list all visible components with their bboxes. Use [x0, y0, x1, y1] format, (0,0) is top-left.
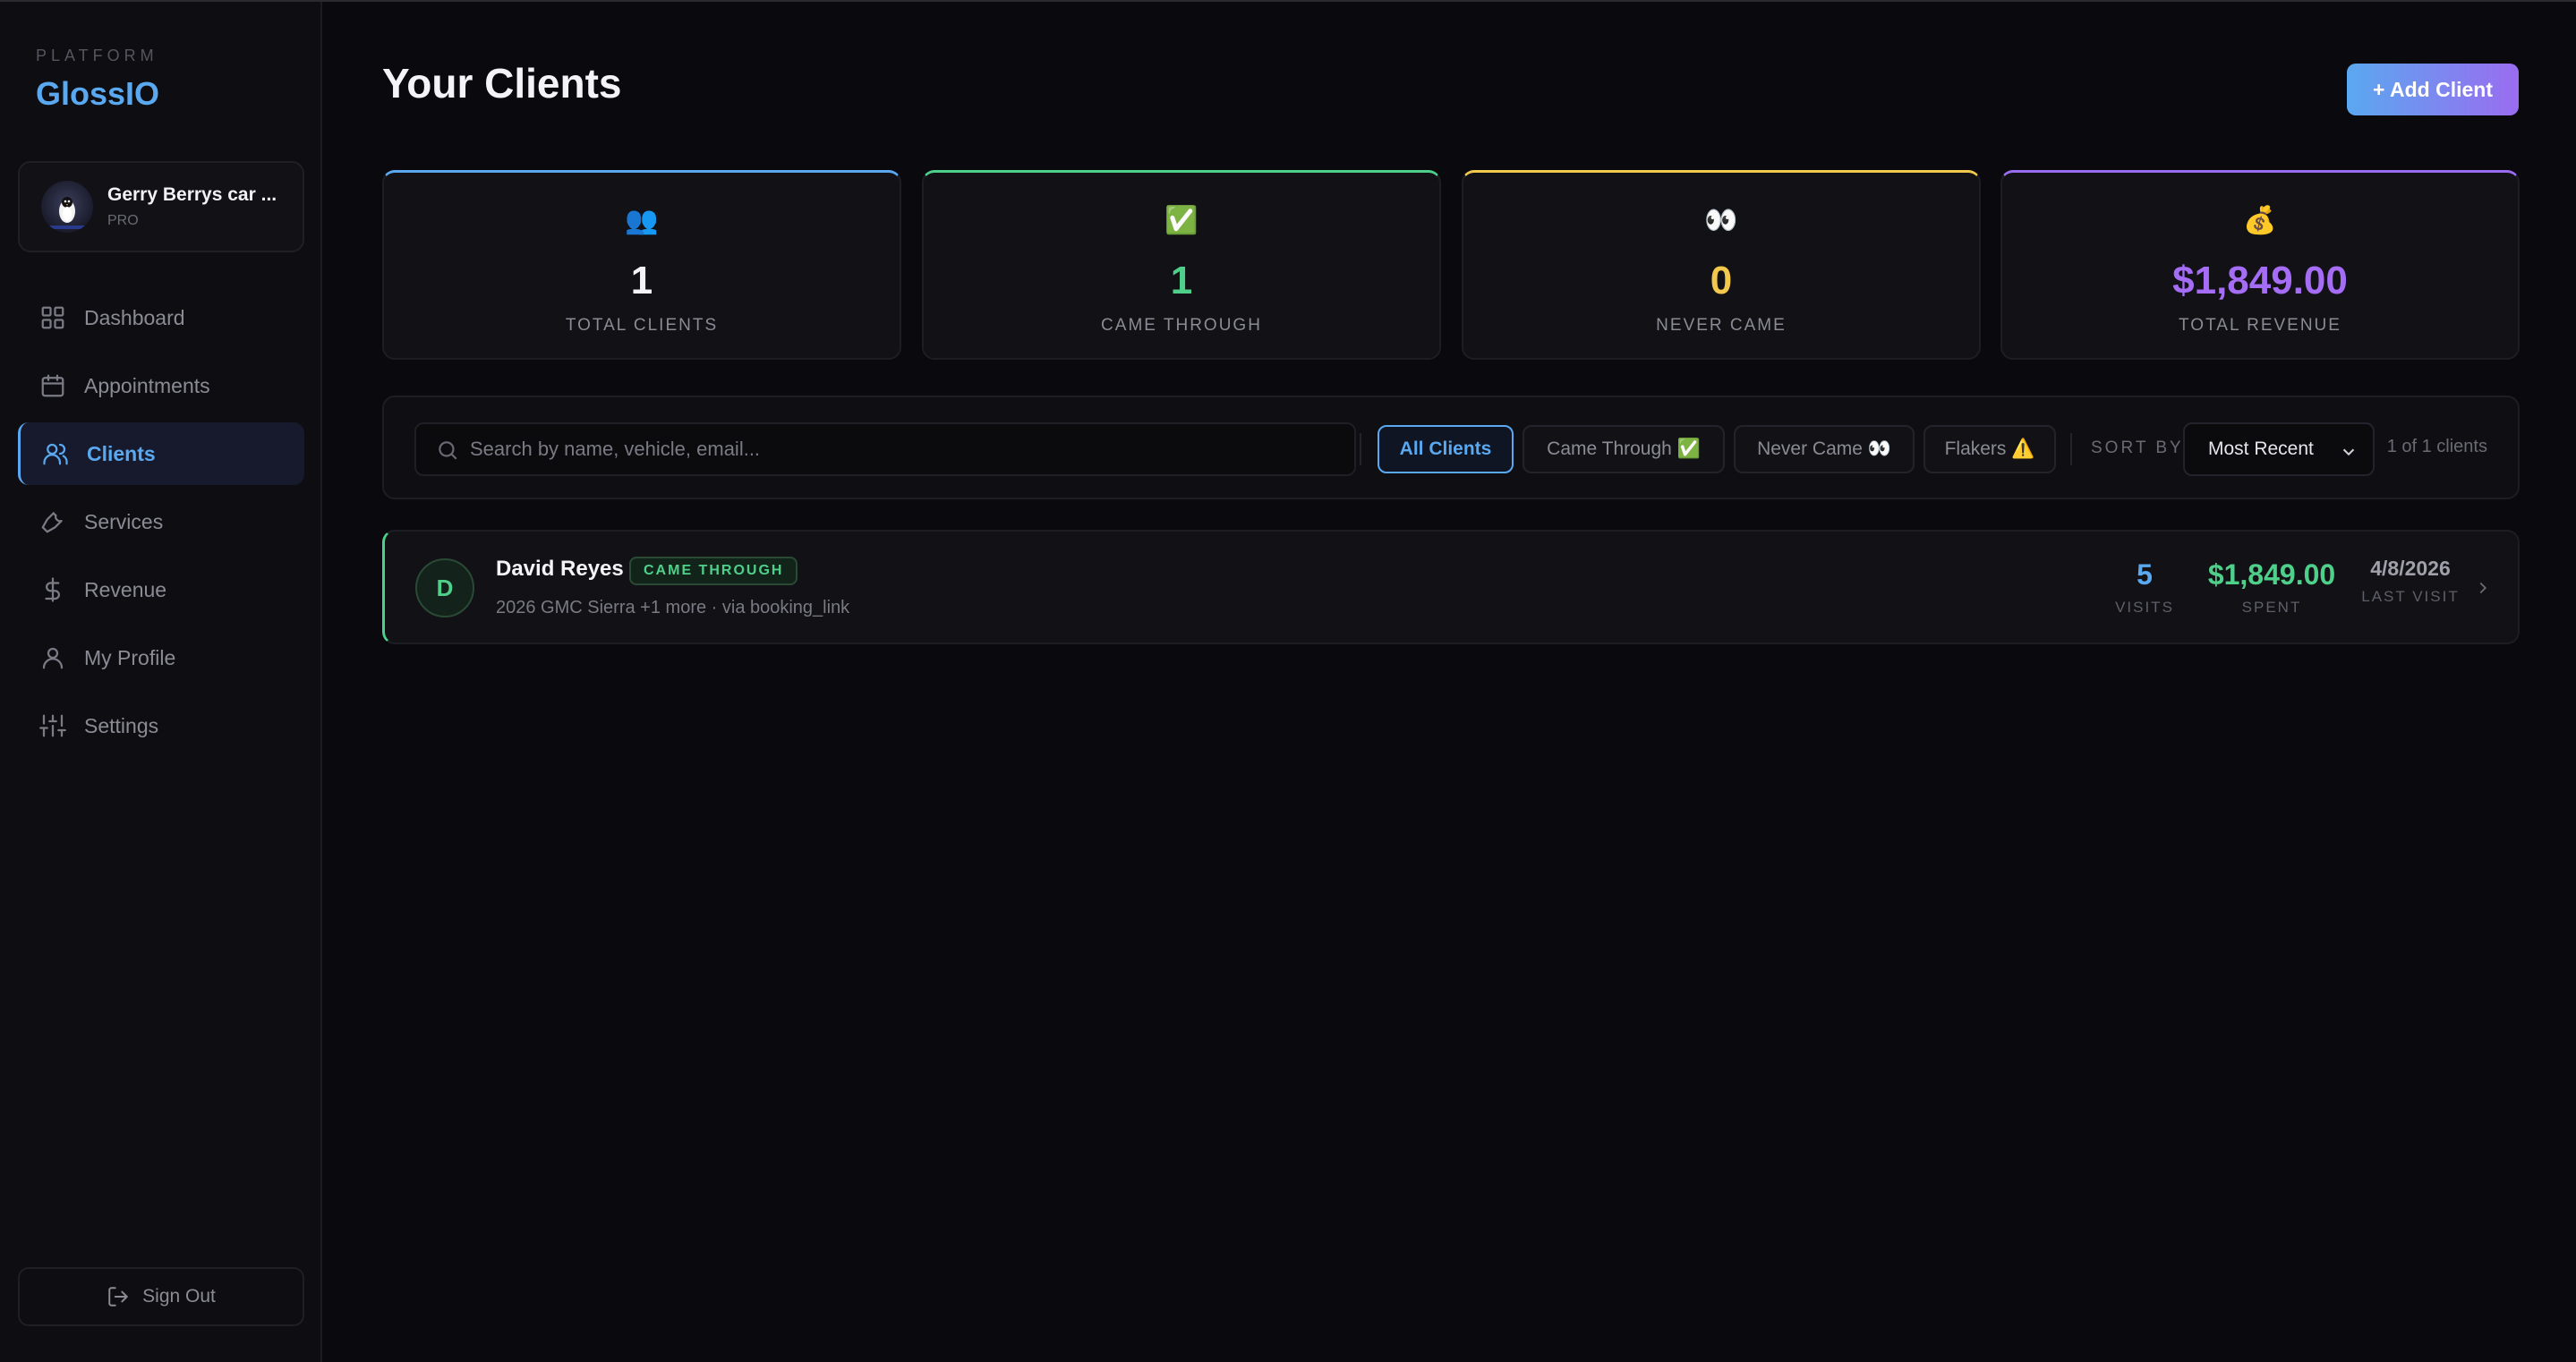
logout-icon — [108, 1287, 128, 1307]
filter-chip-never-came[interactable]: Never Came 👀 — [1734, 425, 1915, 473]
page-title: Your Clients — [382, 60, 622, 106]
sidebar-item-label: Dashboard — [84, 305, 185, 329]
stat-value: $1,849.00 — [2172, 259, 2348, 302]
client-last-visit: 4/8/2026 LAST VISIT — [2356, 557, 2465, 606]
sidebar-item-my-profile[interactable]: My Profile — [18, 626, 304, 689]
spent-value: $1,849.00 — [2207, 558, 2336, 591]
account-avatar — [41, 181, 93, 233]
penguin-icon — [48, 197, 86, 229]
sidebar-item-label: My Profile — [84, 645, 176, 669]
sidebar-item-label: Revenue — [84, 577, 167, 601]
sign-out-label: Sign Out — [142, 1286, 216, 1307]
search-icon — [439, 441, 457, 460]
account-card[interactable]: Gerry Berrys car ... PRO — [18, 161, 304, 252]
platform-label: PLATFORM — [36, 47, 158, 64]
sidebar-item-dashboard[interactable]: Dashboard — [18, 286, 304, 349]
sort-label: SORT BY — [2091, 438, 2184, 457]
sidebar-item-label: Appointments — [84, 373, 210, 397]
sidebar-nav: Dashboard Appointments Clients Services … — [18, 286, 304, 762]
client-meta: 2026 GMC Sierra +1 more · via booking_li… — [496, 598, 850, 617]
sign-out-button[interactable]: Sign Out — [18, 1267, 304, 1326]
client-visits: 5 VISITS — [2111, 558, 2179, 617]
sidebar-item-services[interactable]: Services — [18, 490, 304, 553]
last-visit-value: 4/8/2026 — [2370, 557, 2451, 580]
sidebar-item-label: Services — [84, 509, 164, 533]
wrench-icon — [41, 512, 63, 533]
search-input[interactable] — [470, 424, 1347, 474]
users-icon — [43, 443, 68, 465]
check-emoji-icon: ✅ — [1164, 206, 1198, 235]
sidebar-item-settings[interactable]: Settings — [18, 694, 304, 757]
stat-value: 1 — [630, 259, 653, 302]
visits-value: 5 — [2137, 558, 2153, 591]
client-avatar: D — [415, 558, 474, 617]
eyes-emoji-icon: 👀 — [1704, 206, 1738, 235]
top-border — [0, 0, 2576, 2]
filter-chip-came-through[interactable]: Came Through ✅ — [1523, 425, 1725, 473]
stat-value: 0 — [1710, 259, 1733, 302]
last-visit-label: LAST VISIT — [2361, 588, 2460, 605]
dollar-icon — [45, 577, 60, 602]
sidebar: PLATFORM GlossIO Gerry Berrys car ... PR… — [0, 2, 322, 1362]
stat-label: CAME THROUGH — [1101, 316, 1262, 335]
sidebar-item-label: Settings — [84, 713, 159, 737]
stat-card-total-revenue: 💰 $1,849.00 TOTAL REVENUE — [2000, 170, 2520, 360]
filter-bar: All Clients Came Through ✅ Never Came 👀 … — [382, 396, 2520, 499]
sort-select[interactable]: Most Recent — [2183, 422, 2375, 476]
money-bag-emoji-icon: 💰 — [2243, 206, 2277, 235]
filter-chip-all-clients[interactable]: All Clients — [1378, 425, 1514, 473]
filter-divider — [2070, 433, 2072, 465]
stat-card-came-through: ✅ 1 CAME THROUGH — [922, 170, 1441, 360]
chevron-right-icon[interactable] — [2473, 576, 2493, 600]
client-spent: $1,849.00 SPENT — [2195, 558, 2349, 617]
users-emoji-icon: 👥 — [625, 206, 659, 235]
stat-label: TOTAL REVENUE — [2179, 316, 2341, 335]
calendar-icon — [41, 374, 64, 397]
sort-value: Most Recent — [2208, 438, 2314, 459]
stat-label: TOTAL CLIENTS — [565, 316, 719, 335]
results-count: 1 of 1 clients — [2386, 437, 2487, 456]
stat-label: NEVER CAME — [1656, 316, 1787, 335]
account-plan: PRO — [107, 213, 139, 228]
visits-label: VISITS — [2115, 599, 2174, 616]
stat-card-total-clients: 👥 1 TOTAL CLIENTS — [382, 170, 901, 360]
status-badge: CAME THROUGH — [629, 557, 798, 585]
spent-label: SPENT — [2241, 599, 2302, 616]
user-icon — [42, 647, 64, 669]
filter-divider — [1360, 433, 1361, 465]
account-name: Gerry Berrys car ... — [107, 184, 277, 205]
sidebar-item-revenue[interactable]: Revenue — [18, 558, 304, 621]
sidebar-item-appointments[interactable]: Appointments — [18, 354, 304, 417]
filter-chip-flakers[interactable]: Flakers ⚠️ — [1923, 425, 2056, 473]
stat-value: 1 — [1170, 259, 1193, 302]
sidebar-item-label: Clients — [87, 441, 156, 465]
chevron-down-icon — [2342, 448, 2355, 456]
brand-logo[interactable]: GlossIO — [36, 75, 159, 113]
search-box — [414, 422, 1356, 476]
stat-card-never-came: 👀 0 NEVER CAME — [1462, 170, 1981, 360]
sliders-icon — [39, 714, 66, 737]
client-name: David Reyes — [496, 557, 624, 581]
sidebar-item-clients[interactable]: Clients — [18, 422, 304, 485]
add-client-button[interactable]: + Add Client — [2347, 64, 2519, 115]
client-row[interactable]: D David Reyes CAME THROUGH 2026 GMC Sier… — [382, 530, 2520, 644]
grid-icon — [41, 306, 64, 329]
